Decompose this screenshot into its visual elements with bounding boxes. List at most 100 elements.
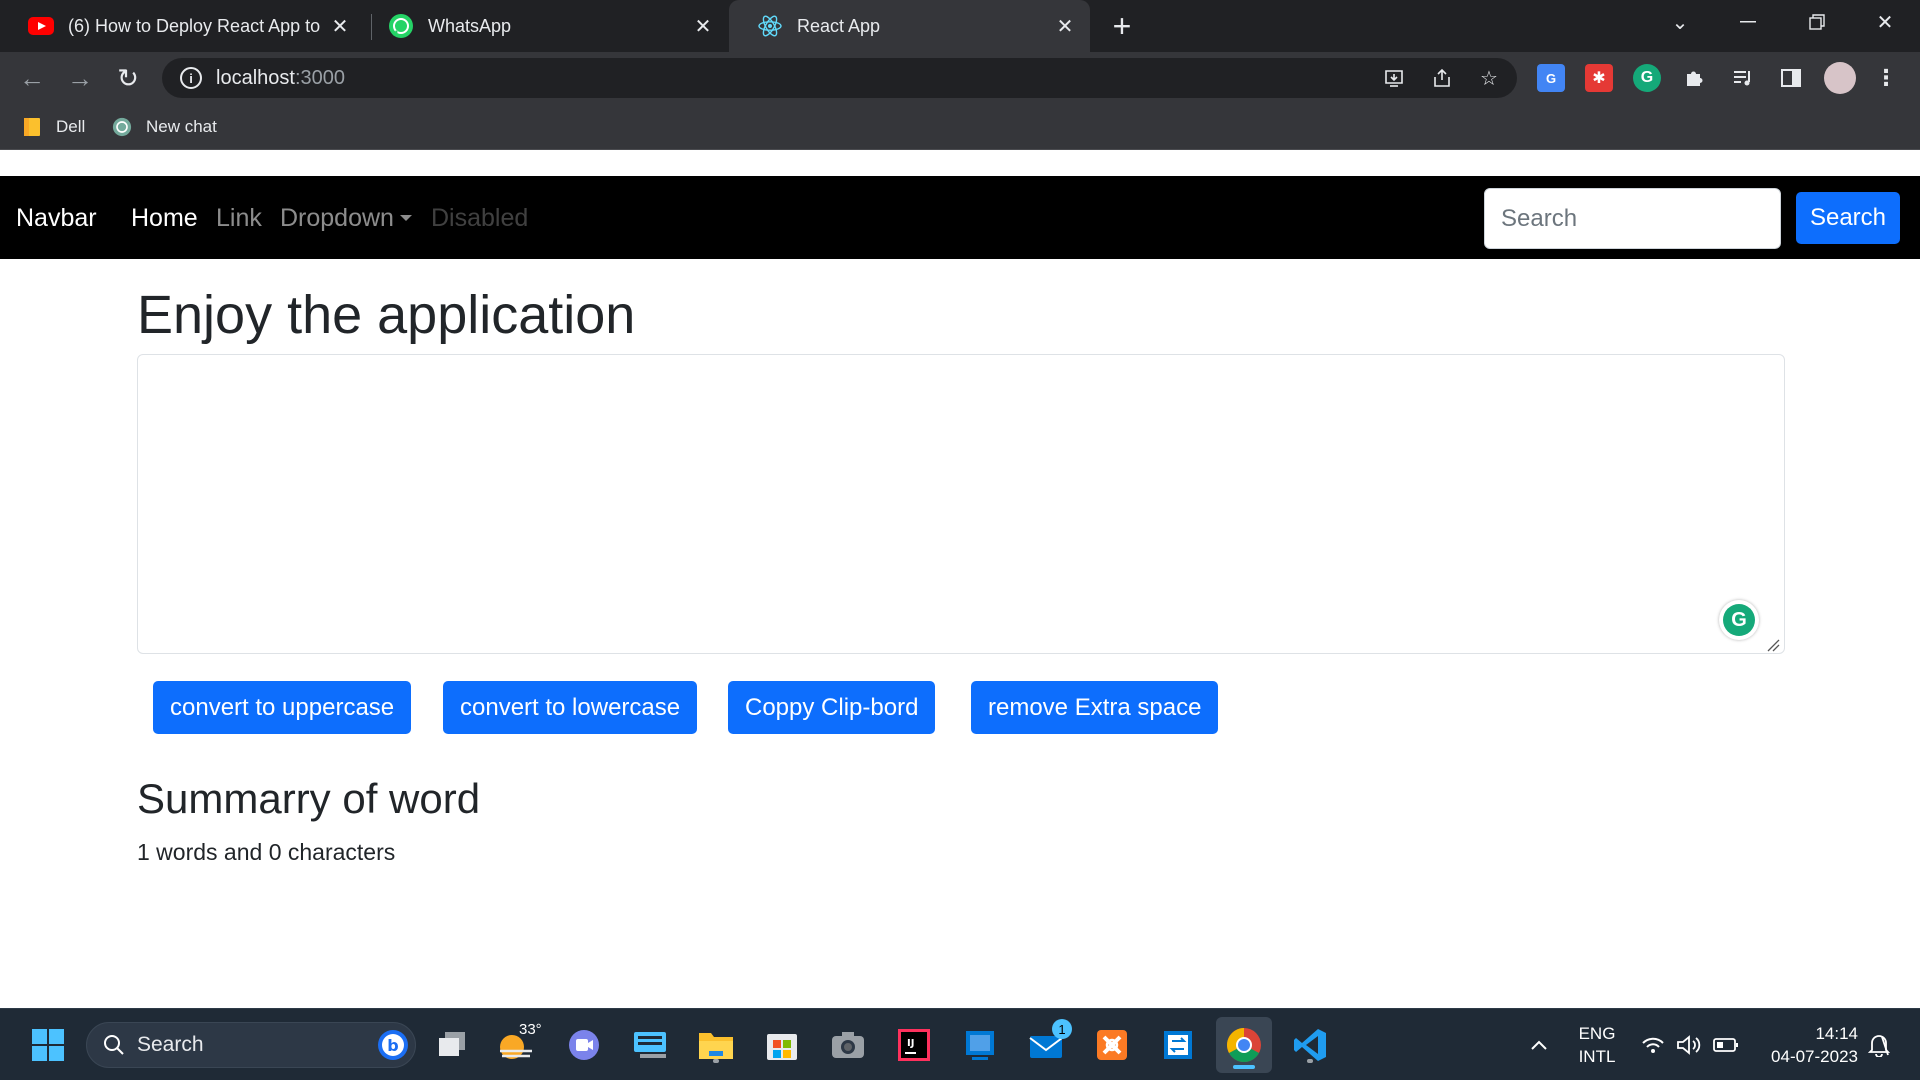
battery-icon[interactable]: [1710, 1009, 1742, 1080]
tab-title: WhatsApp: [428, 15, 512, 36]
page-navbar: Navbar Home Link Dropdown Disabled Searc…: [0, 176, 1920, 259]
side-panel-icon[interactable]: [1777, 64, 1805, 92]
volume-icon[interactable]: [1674, 1009, 1704, 1080]
close-tab-icon[interactable]: ✕: [1050, 11, 1080, 41]
reload-icon[interactable]: ↻: [110, 60, 146, 96]
lowercase-button[interactable]: convert to lowercase: [443, 681, 698, 734]
address-bar[interactable]: i localhost:3000 ☆: [162, 58, 1517, 98]
tab-react-app[interactable]: React App ✕: [729, 0, 1090, 52]
close-tab-icon[interactable]: ✕: [688, 11, 718, 41]
text-input-container: [137, 354, 1785, 654]
chrome-taskbar-icon[interactable]: [1216, 1017, 1272, 1073]
svg-text:b: b: [387, 1036, 398, 1055]
chrome-menu-icon[interactable]: ⋮: [1872, 64, 1900, 92]
mail-app-icon[interactable]: 1: [1024, 1019, 1072, 1067]
google-translate-icon[interactable]: G: [1537, 64, 1565, 92]
tab-whatsapp[interactable]: WhatsApp ✕: [360, 0, 728, 52]
microsoft-store-icon[interactable]: [760, 1023, 804, 1067]
taskbar-search-box[interactable]: Search b: [86, 1022, 416, 1068]
grammarly-widget-icon[interactable]: G: [1719, 600, 1759, 640]
bookmark-star-icon[interactable]: ☆: [1477, 66, 1501, 90]
summary-title: Summarry of word: [137, 775, 481, 822]
bookmarks-bar: Dell New chat: [0, 104, 1920, 150]
nav-link-disabled: Disabled: [431, 204, 529, 232]
bookmark-label: Dell: [56, 117, 86, 136]
mail-badge: 1: [1052, 1019, 1072, 1039]
new-tab-plus-icon[interactable]: +: [1104, 8, 1140, 44]
tab-youtube[interactable]: (6) How to Deploy React App to G ✕: [0, 0, 365, 52]
svg-text:IJ: IJ: [907, 1038, 914, 1049]
react-icon: [757, 13, 783, 39]
file-explorer-icon[interactable]: [694, 1023, 738, 1067]
text-input-area[interactable]: [138, 355, 1784, 653]
navbar-search-button[interactable]: Search: [1796, 192, 1900, 244]
back-arrow-icon[interactable]: ←: [14, 60, 50, 96]
notification-bell-icon[interactable]: [1864, 1009, 1894, 1080]
language-indicator[interactable]: ENG INTL: [1570, 1009, 1624, 1080]
uppercase-button[interactable]: convert to uppercase: [153, 681, 412, 734]
weather-widget-icon[interactable]: 33°: [493, 1021, 543, 1067]
profile-avatar[interactable]: [1824, 62, 1856, 94]
language-code: ENG: [1578, 1024, 1616, 1043]
clock-date: 04-07-2023: [1771, 1047, 1858, 1066]
whatsapp-icon: [388, 13, 414, 39]
youtube-icon: [28, 13, 54, 39]
nav-dropdown-toggle[interactable]: Dropdown: [280, 204, 412, 233]
url-host: localhost: [216, 66, 295, 89]
caret-down-icon: [399, 215, 412, 221]
summary-text: 1 words and 0 characters: [137, 839, 396, 865]
windows-start-icon[interactable]: [26, 1023, 70, 1067]
browser-toolbar: ← → ↻ i localhost:3000 ☆ G ✱ G ⋮: [0, 52, 1920, 104]
wifi-icon[interactable]: [1638, 1009, 1668, 1080]
copy-clipboard-button[interactable]: Coppy Clip-bord: [728, 681, 936, 734]
media-playlist-icon[interactable]: [1729, 64, 1757, 92]
keyboard-layout: INTL: [1578, 1047, 1616, 1066]
tab-search-chevron-icon[interactable]: ⌄: [1645, 0, 1715, 44]
windows-taskbar: Search b 33° IJ 1 ENG INTL 14:14 04-07-2…: [0, 1008, 1920, 1080]
remote-desktop-icon[interactable]: [1156, 1023, 1200, 1067]
close-tab-icon[interactable]: ✕: [325, 11, 355, 41]
extensions-puzzle-icon[interactable]: [1681, 64, 1709, 92]
close-window-icon[interactable]: ✕: [1850, 0, 1920, 44]
install-app-icon[interactable]: [1382, 66, 1406, 90]
tab-title: (6) How to Deploy React App to G: [68, 15, 325, 36]
xampp-icon[interactable]: [1090, 1023, 1134, 1067]
nav-link-home[interactable]: Home: [131, 204, 198, 233]
vscode-icon[interactable]: [1288, 1023, 1332, 1067]
remove-extra-space-button[interactable]: remove Extra space: [971, 681, 1219, 734]
bookmark-new-chat[interactable]: New chat: [112, 114, 217, 140]
share-icon[interactable]: [1430, 66, 1454, 90]
touch-keyboard-icon[interactable]: [628, 1023, 672, 1067]
navbar-search-input[interactable]: [1484, 188, 1781, 249]
forward-arrow-icon[interactable]: →: [62, 60, 98, 96]
resize-handle-icon[interactable]: [1766, 638, 1780, 652]
task-view-icon[interactable]: [430, 1023, 474, 1067]
clock-time: 14:14: [1815, 1024, 1858, 1043]
bookmark-dell[interactable]: Dell: [22, 114, 85, 140]
azure-data-studio-icon[interactable]: [958, 1023, 1002, 1067]
tab-title: React App: [797, 15, 881, 36]
extension-red-icon[interactable]: ✱: [1585, 64, 1613, 92]
browser-tab-strip: (6) How to Deploy React App to G ✕ Whats…: [0, 0, 1920, 52]
taskbar-search-label: Search: [137, 1033, 204, 1056]
weather-temp: 33°: [519, 1021, 542, 1038]
show-hidden-icons-chevron-icon[interactable]: [1524, 1009, 1554, 1080]
nav-link-link[interactable]: Link: [216, 204, 262, 233]
page-heading: Enjoy the application: [137, 285, 636, 345]
folder-icon: [22, 117, 42, 137]
camera-app-icon[interactable]: [826, 1023, 870, 1067]
url-port: :3000: [294, 66, 345, 89]
intellij-idea-icon[interactable]: IJ: [892, 1023, 936, 1067]
site-info-icon[interactable]: i: [180, 67, 202, 89]
clock[interactable]: 14:14 04-07-2023: [1754, 1009, 1858, 1080]
minimize-icon[interactable]: [1713, 0, 1783, 44]
chatgpt-icon: [112, 117, 132, 137]
grammarly-extension-icon[interactable]: G: [1633, 64, 1661, 92]
bookmark-label: New chat: [146, 117, 217, 136]
search-icon: [104, 1035, 124, 1055]
teams-chat-icon[interactable]: [562, 1023, 606, 1067]
navbar-brand[interactable]: Navbar: [16, 204, 97, 233]
nav-dropdown-label: Dropdown: [280, 204, 394, 232]
bing-chat-icon: b: [378, 1030, 408, 1060]
restore-icon[interactable]: [1782, 0, 1852, 44]
